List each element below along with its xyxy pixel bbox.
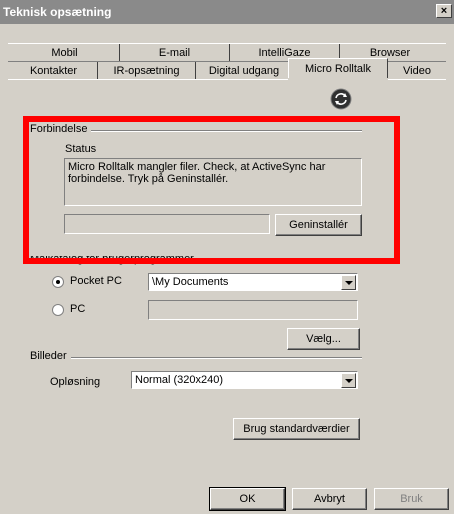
- tab-label: Video: [403, 65, 431, 77]
- tab-label: Mobil: [51, 47, 78, 59]
- choose-button-label: Vælg...: [306, 333, 341, 345]
- ok-button[interactable]: OK: [209, 487, 286, 511]
- arrow-glyph: [344, 378, 353, 383]
- close-button[interactable]: ×: [436, 4, 452, 18]
- highlight-box: [23, 116, 400, 264]
- window-title: Teknisk opsætning: [3, 5, 112, 19]
- chevron-down-icon[interactable]: [341, 373, 356, 388]
- close-icon: ×: [440, 4, 448, 17]
- tab-email[interactable]: E-mail: [120, 44, 230, 62]
- tab-label: IR-opsætning: [113, 65, 180, 77]
- resolution-select[interactable]: Normal (320x240): [131, 371, 358, 389]
- pocket-pc-radio[interactable]: [52, 276, 64, 288]
- apply-button[interactable]: Bruk: [374, 488, 449, 510]
- pc-folder-field[interactable]: [148, 300, 358, 320]
- use-defaults-button[interactable]: Brug standardværdier: [233, 418, 360, 440]
- tab-mobil[interactable]: Mobil: [10, 44, 120, 62]
- cancel-button[interactable]: Avbryt: [292, 488, 367, 510]
- tab-label: Kontakter: [29, 65, 78, 77]
- group-line: [30, 357, 362, 359]
- tab-label: Digital udgang: [208, 65, 280, 77]
- sync-icon[interactable]: [330, 88, 352, 110]
- cancel-button-label: Avbryt: [314, 493, 345, 505]
- chevron-down-icon[interactable]: [341, 275, 356, 290]
- tabrow-line: [8, 43, 446, 44]
- arrow-glyph: [344, 280, 353, 285]
- tab-digital-udgang[interactable]: Digital udgang: [196, 62, 292, 80]
- use-defaults-button-label: Brug standardværdier: [243, 423, 350, 435]
- radio-dot: [56, 280, 60, 284]
- tab-kontakter[interactable]: Kontakter: [10, 62, 98, 80]
- pc-label: PC: [70, 303, 86, 315]
- pc-radio[interactable]: [52, 304, 64, 316]
- ok-button-label: OK: [239, 493, 256, 505]
- dialog-body: Mobil E-mail IntelliGaze Browser Kontakt…: [0, 24, 454, 514]
- pocket-pc-label: Pocket PC: [70, 275, 122, 287]
- tab-micro-rolltalk[interactable]: Micro Rolltalk: [288, 58, 388, 78]
- tab-ir-opsaetning[interactable]: IR-opsætning: [98, 62, 196, 80]
- pocket-pc-folder-select[interactable]: \My Documents: [148, 273, 358, 291]
- tab-label: E-mail: [158, 47, 191, 59]
- tabrow-line: [388, 79, 446, 80]
- tab-label: Micro Rolltalk: [304, 62, 371, 75]
- images-group-label: Billeder: [30, 350, 71, 362]
- pocket-pc-folder-value: \My Documents: [152, 276, 229, 288]
- tabrow-line: [8, 79, 288, 80]
- resolution-value: Normal (320x240): [135, 374, 224, 386]
- window-titlebar: Teknisk opsætning ×: [0, 0, 454, 24]
- resolution-label: Opløsning: [50, 376, 101, 388]
- apply-button-label: Bruk: [400, 493, 423, 505]
- tab-video[interactable]: Video: [392, 62, 442, 80]
- choose-button[interactable]: Vælg...: [287, 328, 360, 350]
